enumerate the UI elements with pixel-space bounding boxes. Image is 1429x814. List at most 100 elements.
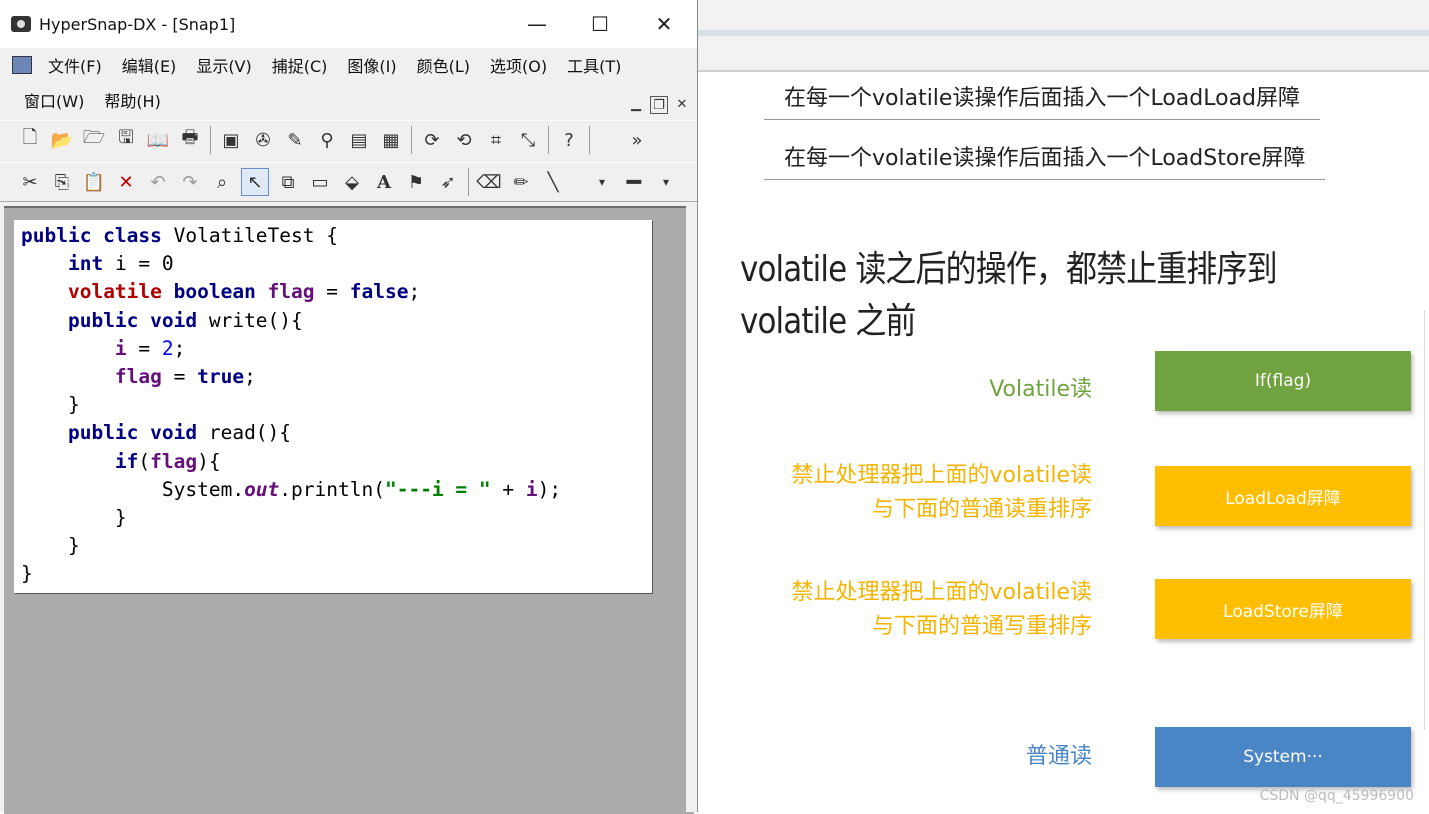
- menu-file[interactable]: 文件(F): [48, 53, 102, 77]
- region-capture-icon[interactable]: ▦: [378, 127, 404, 153]
- code-token: flag: [114, 365, 162, 389]
- menu-help[interactable]: 帮助(H): [104, 88, 161, 112]
- code-token: ){: [197, 449, 221, 473]
- code-token: volatile: [67, 280, 162, 304]
- zoom-icon[interactable]: ⌕: [209, 169, 235, 195]
- resize-icon[interactable]: ⤡: [515, 127, 541, 153]
- slide-rule-line-1: 在每一个volatile读操作后面插入一个LoadLoad屏障: [764, 80, 1321, 120]
- code-token: "---i = ": [384, 477, 491, 501]
- line-tool-icon[interactable]: ╲: [540, 169, 566, 195]
- redo-icon[interactable]: ↷: [177, 169, 203, 195]
- code-token: ;: [244, 365, 256, 389]
- separator: [468, 168, 469, 196]
- code-line: i = 2;: [21, 337, 185, 360]
- slide-rule-line-2: 在每一个volatile读操作后面插入一个LoadStore屏障: [764, 140, 1326, 180]
- mdi-close-icon[interactable]: ✕: [674, 96, 690, 112]
- code-token: );: [537, 477, 562, 501]
- chevron-more-icon[interactable]: »: [624, 127, 650, 153]
- document-icon[interactable]: [12, 56, 32, 74]
- label-line: 与下面的普通写重排序: [871, 614, 1092, 639]
- undo-icon[interactable]: ↶: [145, 169, 171, 195]
- menu-bar-row-2: 窗口(W) 帮助(H): [0, 82, 697, 118]
- tools-icon[interactable]: ✇: [250, 127, 276, 153]
- code-token: =: [314, 280, 350, 304]
- label-normal-read: 普通读: [1025, 744, 1092, 769]
- browse-icon[interactable]: 🗁: [81, 127, 107, 153]
- code-token: public class: [21, 224, 162, 247]
- pencil-icon[interactable]: ✏: [508, 169, 534, 195]
- code-token: flag: [150, 449, 198, 473]
- color-dropdown-icon[interactable]: ▾: [589, 169, 615, 195]
- code-token: 2: [161, 336, 174, 360]
- mdi-minimize-icon[interactable]: ▁: [628, 96, 644, 112]
- copy-icon[interactable]: ⎘: [49, 169, 75, 195]
- undo-rotate-icon[interactable]: ⟲: [451, 127, 477, 153]
- wand-icon[interactable]: ⚲: [314, 127, 340, 153]
- new-file-icon[interactable]: 🗋: [17, 127, 43, 153]
- text-tool-icon[interactable]: A: [371, 169, 397, 195]
- arrow-tool-icon[interactable]: ➶: [435, 169, 461, 195]
- label-volatile-read: Volatile读: [989, 377, 1092, 402]
- fill-icon[interactable]: ⬙: [339, 169, 365, 195]
- code-token: false: [349, 280, 409, 304]
- separator: [548, 126, 549, 154]
- close-button[interactable]: ✕: [632, 0, 696, 48]
- code-line: int i = 0: [21, 252, 174, 275]
- code-token: i =: [103, 252, 151, 276]
- capture-icon[interactable]: ▣: [218, 127, 244, 153]
- code-token: true: [197, 365, 245, 389]
- menu-options[interactable]: 选项(O): [490, 53, 547, 77]
- minimize-button[interactable]: —: [505, 0, 569, 48]
- save-icon[interactable]: 🖫: [113, 127, 139, 153]
- menu-tools[interactable]: 工具(T): [567, 53, 621, 77]
- menu-view[interactable]: 显示(V): [196, 53, 251, 77]
- menu-color[interactable]: 颜色(L): [417, 53, 470, 77]
- menu-window[interactable]: 窗口(W): [24, 88, 84, 112]
- menu-image[interactable]: 图像(I): [347, 53, 396, 77]
- code-line: }: [21, 393, 80, 417]
- code-token: boolean: [161, 280, 268, 304]
- print-icon[interactable]: 🖶: [177, 127, 203, 153]
- label-forbid-write-reorder: 禁止处理器把上面的volatile读 与下面的普通写重排序: [792, 576, 1092, 644]
- code-line: }: [21, 534, 80, 558]
- block-system-print: System···: [1155, 727, 1411, 787]
- book-icon[interactable]: 📖: [145, 127, 171, 153]
- maximize-button[interactable]: ☐: [568, 0, 632, 48]
- code-line: flag = true;: [21, 365, 256, 388]
- delete-icon[interactable]: ✕: [113, 169, 139, 195]
- rotate-icon[interactable]: ⟳: [419, 127, 445, 153]
- menu-edit[interactable]: 编辑(E): [122, 53, 177, 77]
- select-pointer-icon[interactable]: ↖: [241, 168, 269, 196]
- frame-icon[interactable]: ⧉: [275, 169, 301, 195]
- title-bar[interactable]: HyperSnap-DX - [Snap1] — ☐ ✕: [0, 0, 697, 48]
- code-token: =: [126, 336, 162, 360]
- window-capture-icon[interactable]: ▤: [346, 127, 372, 153]
- help-icon[interactable]: ?: [556, 127, 582, 153]
- eraser-icon[interactable]: ⌫: [476, 169, 502, 195]
- viewer-toolbar-background: [697, 0, 1429, 72]
- brush-icon[interactable]: ✎: [282, 127, 308, 153]
- label-forbid-read-reorder: 禁止处理器把上面的volatile读 与下面的普通读重排序: [792, 459, 1092, 527]
- stamp-icon[interactable]: ⚑: [403, 169, 429, 195]
- label-line: 禁止处理器把上面的volatile读: [791, 580, 1092, 605]
- chevron-down-icon[interactable]: ▾: [653, 169, 679, 195]
- crop-icon[interactable]: ⌗: [483, 127, 509, 153]
- code-token: =: [161, 365, 198, 389]
- line-width-icon[interactable]: ━: [621, 168, 647, 196]
- rect-select-icon[interactable]: ▭: [307, 169, 333, 195]
- code-token: (: [138, 449, 151, 473]
- menu-bar: 文件(F) 编辑(E) 显示(V) 捕捉(C) 图像(I) 颜色(L) 选项(O…: [0, 48, 697, 82]
- menu-capture[interactable]: 捕捉(C): [272, 53, 328, 77]
- main-toolbar: 🗋 📂 🗁 🖫 📖 🖶 ▣ ✇ ✎ ⚲ ▤ ▦ ⟳ ⟲ ⌗ ⤡ ? »: [0, 120, 697, 159]
- code-line: public void read(){: [21, 421, 291, 444]
- underline: [764, 119, 1321, 120]
- mdi-restore-icon[interactable]: ❐: [650, 96, 668, 114]
- open-folder-icon[interactable]: 📂: [49, 127, 75, 153]
- cut-icon[interactable]: ✂: [17, 169, 43, 195]
- slide-title: volatile 读之后的操作，都禁止重排序到 volatile 之前: [740, 249, 1278, 342]
- paste-icon[interactable]: 📋: [81, 169, 107, 195]
